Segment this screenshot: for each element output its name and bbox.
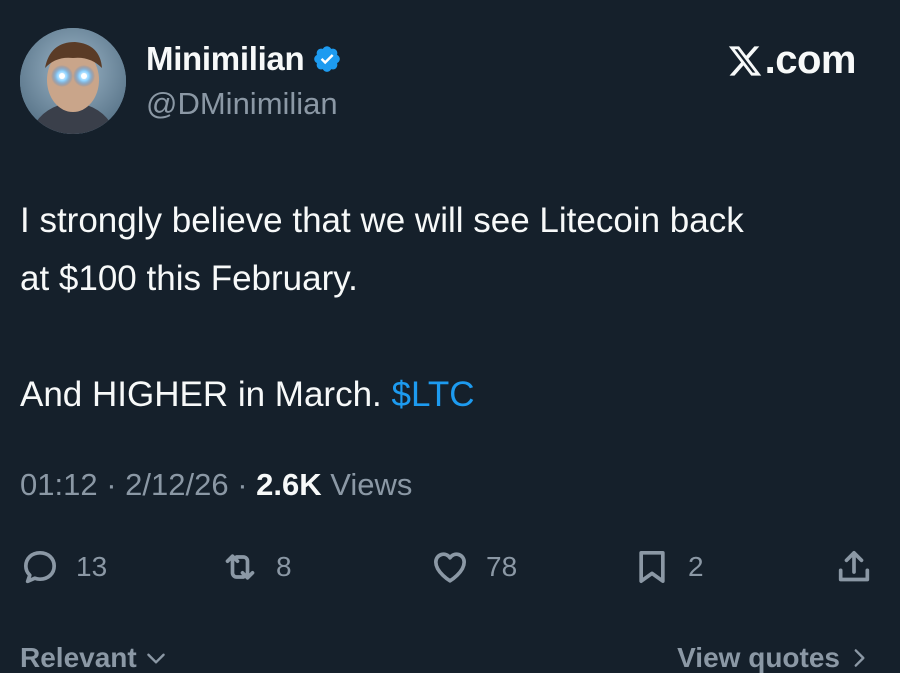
- x-logo-icon: [728, 45, 761, 76]
- bookmark-count: 2: [688, 551, 704, 582]
- bookmark-button[interactable]: 2: [632, 542, 704, 592]
- author-handle[interactable]: @DMinimilian: [146, 86, 338, 122]
- tweet-time[interactable]: 01:12: [20, 467, 98, 502]
- avatar-image: [20, 28, 126, 134]
- like-button[interactable]: 78: [430, 542, 517, 592]
- tweet-line: I strongly believe that we will see Lite…: [20, 201, 744, 240]
- author-display-name[interactable]: Minimilian: [146, 40, 342, 78]
- tweet-line-text: And HIGHER in March.: [20, 375, 392, 414]
- verified-badge-icon: [314, 46, 341, 72]
- author-name-text: Minimilian: [146, 40, 305, 77]
- chevron-down-icon: [146, 653, 165, 664]
- reply-button[interactable]: 13: [20, 542, 107, 592]
- share-icon: [838, 551, 870, 582]
- tweet-line: at $100 this February.: [20, 259, 358, 298]
- repost-icon: [225, 554, 255, 580]
- tweet-meta: 01:12 · 2/12/26 · 2.6K Views: [20, 467, 412, 503]
- meta-separator: ·: [97, 467, 126, 502]
- heart-icon: [434, 552, 466, 583]
- tweet-text: I strongly believe that we will see Lite…: [20, 192, 880, 424]
- reply-count: 13: [76, 551, 108, 582]
- bookmark-icon: [639, 551, 665, 583]
- view-quotes-link[interactable]: View quotes: [677, 642, 872, 673]
- tweet-screenshot: Minimilian @DMinimilian .com I strongly …: [0, 0, 900, 673]
- repost-count: 8: [276, 551, 292, 582]
- sort-label: Relevant: [20, 642, 137, 673]
- like-count: 78: [486, 551, 518, 582]
- tweet-line: And HIGHER in March. $LTC: [20, 366, 880, 424]
- share-button[interactable]: [834, 542, 874, 592]
- brand-label: .com: [764, 38, 857, 82]
- action-bar: 13 8 78 2: [0, 542, 900, 592]
- views-count: 2.6K: [256, 467, 322, 502]
- tweet-date[interactable]: 2/12/26: [125, 467, 228, 502]
- views-label: Views: [321, 467, 413, 502]
- cashtag-link[interactable]: $LTC: [392, 375, 475, 414]
- avatar[interactable]: [20, 28, 126, 134]
- repost-button[interactable]: 8: [220, 542, 292, 592]
- sort-replies-dropdown[interactable]: Relevant: [20, 642, 169, 673]
- x-com-brand: .com: [727, 38, 857, 83]
- meta-separator: ·: [228, 467, 257, 502]
- view-quotes-label: View quotes: [677, 642, 840, 673]
- reply-icon: [24, 551, 57, 584]
- chevron-right-icon: [854, 649, 865, 667]
- replies-footer: Relevant View quotes: [0, 640, 900, 673]
